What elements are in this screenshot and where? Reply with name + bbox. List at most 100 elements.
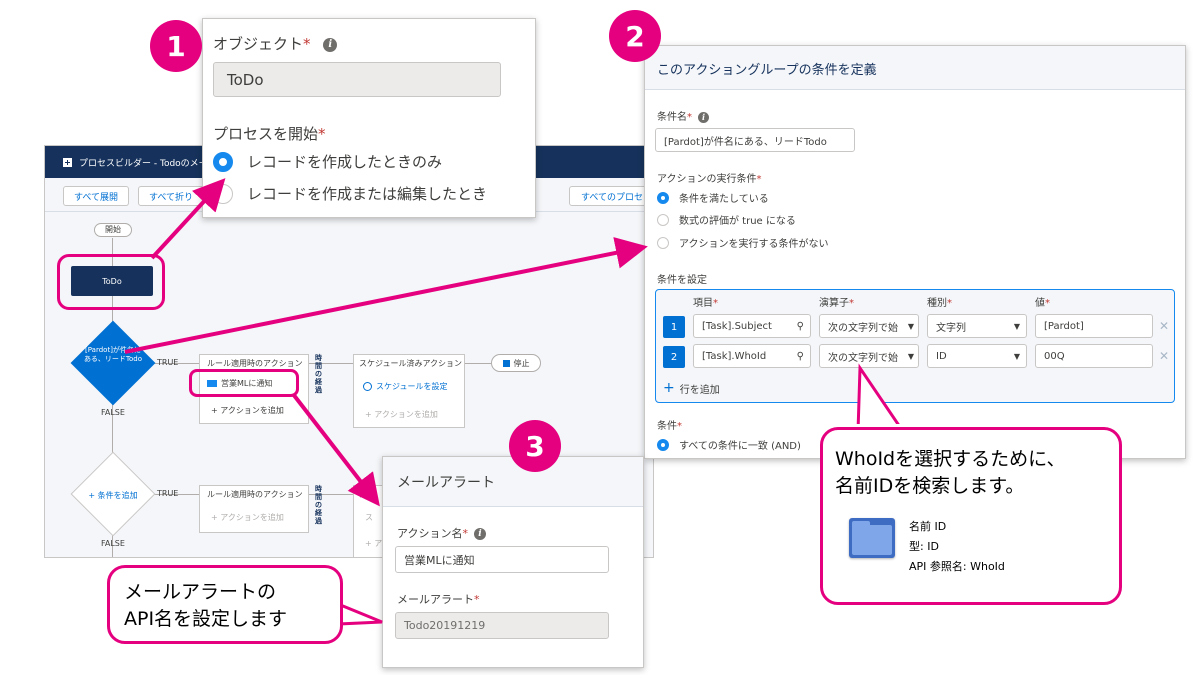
row-type-select[interactable]: ID ▼ [927,344,1027,368]
action-name-label: アクション名* i [397,525,486,541]
search-icon: ⚲ [796,320,804,332]
true-label-2: TRUE [157,489,179,498]
field-info-api: API 参照名: WhoId [909,560,1005,573]
criteria-name-label: 条件名* i [657,108,709,123]
true-label: TRUE [157,358,179,367]
row-operator-select[interactable]: 次の文字列で始 ▼ [819,344,919,368]
remove-row-icon[interactable]: ✕ [1159,319,1169,333]
action-name-input[interactable]: 営業MLに通知 [395,546,609,573]
chevron-down-icon: ▼ [907,321,914,331]
scheduled-header-2: ス [359,490,367,499]
condition-label: 条件* [657,421,682,432]
start-process-label: プロセスを開始* [213,125,326,143]
callout-whoid: WhoIdを選択するために、 名前IDを検索します。 名前 ID 型: ID A… [820,427,1122,605]
highlight-action [189,369,299,397]
info-icon: i [473,528,486,540]
add-row-button[interactable]: + 行を追加 [663,380,720,396]
callout-api-name: メールアラートの API名を設定します [107,565,343,644]
callout-whoid-line1: WhoIdを選択するために、 [835,448,1066,470]
time-elapsed-label-2: 時間の経過 [315,485,322,525]
criteria-panel: このアクショングループの条件を定義 条件名* i [Pardot]が件名にある、リ… [644,45,1186,459]
col-header-operator: 演算子* [819,298,854,309]
email-alert-panel: メールアラート アクション名* i 営業MLに通知 メールアラート* Todo20… [382,456,644,668]
start-option-create[interactable]: レコードを作成したときのみ [213,151,442,172]
step-badge-1: 1 [150,20,202,72]
exec-option-none[interactable]: アクションを実行する条件がない [657,235,829,250]
clock-icon [363,382,372,391]
radio-selected[interactable] [213,151,233,172]
scheduled-add-2: + ア [365,539,383,548]
plus-icon: + [663,380,675,396]
add-scheduled-action-link[interactable]: + アクションを追加 [365,409,438,420]
add-action-link[interactable]: + アクションを追加 [211,405,284,416]
info-icon: i [698,111,709,123]
radio-unselected[interactable] [657,236,669,249]
criteria-name-input[interactable]: [Pardot]が件名にある、リードTodo [655,128,855,152]
start-node: 開始 [94,223,132,237]
all-process-button[interactable]: すべてのプロセ [569,186,653,206]
scheduled-actions-header: スケジュール済みアクション [359,359,463,368]
info-icon: i [323,37,338,52]
email-alert-label: メールアラート* [397,593,480,606]
chevron-down-icon: ▼ [1013,351,1020,361]
step-badge-3: 3 [509,420,561,472]
add-criteria-label: + 条件を追加 [88,491,138,500]
stop-node: 停止 [491,354,541,372]
radio-selected[interactable] [657,191,669,204]
row-number: 1 [663,316,685,338]
scheduled-set-2: ス [365,513,373,522]
expand-all-button[interactable]: すべて展開 [63,186,129,206]
row-value-input[interactable]: 00Q [1035,344,1153,368]
row-type-select[interactable]: 文字列 ▼ [927,314,1027,338]
set-conditions-label: 条件を設定 [657,275,707,286]
chevron-down-icon: ▼ [1013,321,1020,331]
col-header-type: 種別* [927,298,952,309]
time-elapsed-label: 時間の経過 [315,354,322,394]
connector-line [465,363,491,364]
search-icon: ⚲ [796,350,804,362]
callout-api-tail [336,601,383,626]
field-info-name: 名前 ID [909,520,947,533]
field-info-type: 型: ID [909,540,939,553]
set-schedule-label: スケジュールを設定 [376,382,448,391]
radio-unselected[interactable] [657,213,669,226]
col-header-field: 項目* [693,298,718,309]
stop-icon [502,359,510,367]
condition-option-and[interactable]: すべての条件に一致 (AND) [657,437,801,452]
email-alert-title: メールアラート [397,475,495,491]
row-operator-select[interactable]: 次の文字列で始 ▼ [819,314,919,338]
add-action-link-2[interactable]: + アクションを追加 [211,512,284,523]
email-alert-input: Todo20191219 [395,612,609,639]
exec-condition-label: アクションの実行条件* [657,174,762,185]
object-field: ToDo [213,62,501,97]
highlight-object-node [57,254,165,310]
object-label: オブジェクト* i [213,33,338,54]
callout-api-line2: API名を設定します [124,608,288,630]
row-number: 2 [663,346,685,368]
row-value-input[interactable]: [Pardot] [1035,314,1153,338]
object-panel: オブジェクト* i ToDo プロセスを開始* レコードを作成したときのみ レコ… [202,18,536,218]
false-label: FALSE [101,408,125,417]
builder-title: プロセスビルダー - Todoのメー [79,158,208,169]
row-field-input[interactable]: [Task].WhoId ⚲ [693,344,811,368]
immediate-actions-header-2: ルール適用時のアクション [207,490,303,499]
immediate-actions-header: ルール適用時のアクション [207,359,303,368]
folder-icon [849,518,895,558]
criteria-node-label: [Pardot]が件名にある、リードTodo [83,346,143,363]
criteria-panel-title: このアクショングループの条件を定義 [657,63,877,78]
remove-row-icon[interactable]: ✕ [1159,349,1169,363]
builder-logo-icon [63,157,72,167]
stop-label: 停止 [513,358,530,368]
row-field-input[interactable]: [Task].Subject ⚲ [693,314,811,338]
exec-option-conditions[interactable]: 条件を満たしている [657,190,769,205]
start-option-create-edit[interactable]: レコードを作成または編集したとき [213,183,487,204]
callout-api-line1: メールアラートの [124,581,277,603]
callout-whoid-line2: 名前IDを検索します。 [835,475,1025,497]
step-badge-2: 2 [609,10,661,62]
set-schedule-link[interactable]: スケジュールを設定 [363,381,447,392]
radio-selected[interactable] [657,438,669,451]
radio-unselected[interactable] [213,183,233,204]
exec-option-formula[interactable]: 数式の評価が true になる [657,212,796,227]
col-header-value: 値* [1035,298,1050,309]
collapse-all-button[interactable]: すべて折り [138,186,204,206]
